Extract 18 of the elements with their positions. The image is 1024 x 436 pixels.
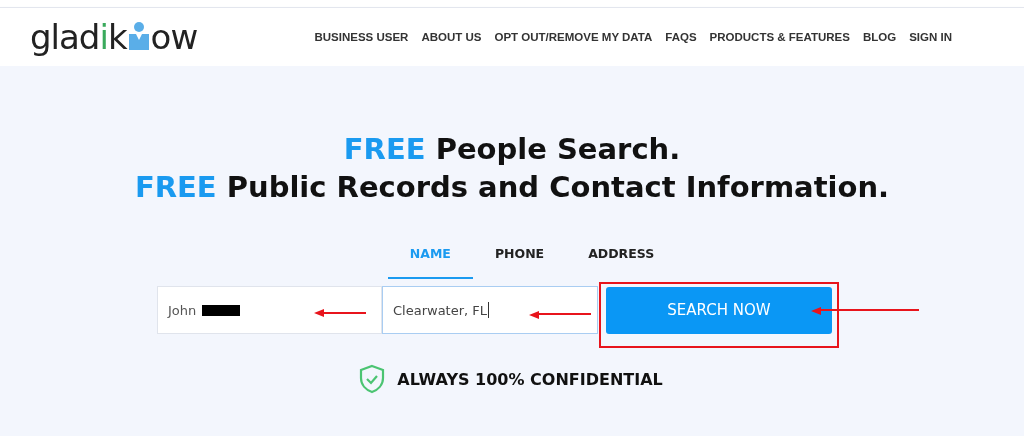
brand-logo[interactable]: gladik ow <box>30 20 198 54</box>
nav-link[interactable]: PRODUCTS & FEATURES <box>709 31 850 43</box>
input-field[interactable]: John <box>157 286 382 334</box>
nav-link[interactable]: SIGN IN <box>909 31 952 43</box>
search-tab[interactable]: PHONE <box>472 246 567 279</box>
headline: FREE People Search. <box>342 131 682 168</box>
nav-link[interactable]: OPT OUT/REMOVE MY DATA <box>494 31 653 43</box>
input-field[interactable]: Clearwater, FL <box>382 286 598 334</box>
shield-check-icon <box>359 364 386 394</box>
arrow-annotation <box>314 308 366 318</box>
search-tab[interactable]: ADDRESS <box>566 246 677 279</box>
nav-link[interactable]: BLOG <box>862 31 897 43</box>
nav-link[interactable]: FAQS <box>665 31 697 43</box>
confidential-note: ALWAYS 100% CONFIDENTIAL <box>397 369 663 389</box>
nav-link[interactable]: ABOUT US <box>421 31 482 43</box>
arrow-annotation <box>529 310 591 320</box>
headline: FREE Public Records and Contact Information. <box>133 169 891 206</box>
nav-link[interactable]: BUSINESS USER <box>314 31 409 43</box>
